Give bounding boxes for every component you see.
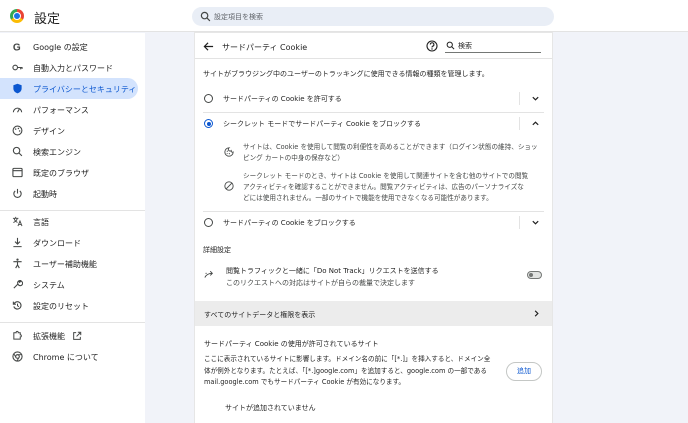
detail-cookie-convenience: サイトは、Cookie を使用して閲覧の利便性を高めることができます（ログイン状… (243, 143, 538, 162)
row-divider (203, 112, 544, 113)
browser-window-icon (12, 167, 23, 178)
search-icon (12, 146, 23, 157)
puzzle-piece-icon (13, 330, 22, 340)
chrome-logo-icon (10, 9, 24, 23)
sidebar-item-downloads[interactable]: ダウンロード (0, 232, 138, 253)
do-not-track-icon (204, 270, 213, 278)
sidebar-item-appearance[interactable]: デザイン (0, 120, 138, 141)
top-bar: 設定 設定項目を検索 (0, 0, 688, 32)
dnt-toggle[interactable] (527, 271, 542, 279)
sidebar-item-reset[interactable]: 設定のリセット (0, 295, 138, 316)
row-separator (519, 117, 520, 130)
search-icon (446, 41, 455, 50)
radio-block-in-incognito[interactable] (204, 119, 213, 128)
external-link-icon (73, 331, 82, 340)
sidebar-item-google[interactable]: G Google の設定 (0, 36, 138, 57)
add-site-button[interactable]: 追加 (506, 362, 542, 381)
sidebar-item-privacy[interactable]: プライバシーとセキュリティ (0, 78, 138, 99)
google-g-icon: G (13, 43, 21, 52)
reset-history-icon (12, 301, 22, 310)
chrome-icon (12, 351, 23, 362)
radio-block-third-party[interactable] (204, 218, 213, 227)
third-party-cookies-card: サードパーティ Cookie 検索 サイトがブラウジング中のユーザーのトラッキン… (195, 33, 552, 423)
download-icon (13, 237, 22, 248)
row-divider (203, 211, 544, 212)
accessibility-icon (13, 258, 22, 269)
option-block-label[interactable]: サードパーティの Cookie をブロックする (223, 218, 356, 228)
sidebar-item-autofill[interactable]: 自動入力とパスワード (0, 57, 138, 78)
sidebar-item-performance[interactable]: パフォーマンス (0, 99, 138, 120)
wrench-icon (13, 280, 23, 289)
page-description: サイトがブラウジング中のユーザーのトラッキングに使用できる情報の種類を管理します… (203, 70, 489, 78)
empty-sites-text: サイトが追加されていません (225, 404, 316, 412)
sidebar: G Google の設定 自動入力とパスワード プライバシーとセキュリティ パフ… (0, 33, 145, 423)
option-allow-label[interactable]: サードパーティの Cookie を許可する (223, 94, 342, 104)
page-search-input[interactable]: 検索 (445, 39, 541, 53)
sidebar-divider (0, 322, 145, 323)
palette-icon (12, 125, 23, 136)
sidebar-item-extensions[interactable]: 拡張機能 (0, 325, 138, 346)
translate-icon (12, 216, 23, 227)
dnt-title: 閲覧トラフィックと一緒に「Do Not Track」リクエストを送信する (226, 267, 439, 275)
sidebar-item-about-chrome[interactable]: Chrome について (0, 346, 138, 367)
header-divider (195, 58, 552, 59)
search-placeholder: 設定項目を検索 (214, 13, 263, 21)
sidebar-item-accessibility[interactable]: ユーザー補助機能 (0, 253, 138, 274)
app-title: 設定 (34, 12, 61, 27)
advanced-heading: 詳細設定 (203, 246, 231, 254)
row-separator (519, 216, 520, 229)
help-icon[interactable] (426, 40, 438, 52)
chevron-up-icon[interactable] (531, 119, 540, 128)
all-site-data-label: すべてのサイトデータと権限を表示 (204, 311, 316, 319)
sidebar-item-system[interactable]: システム (0, 274, 138, 295)
sidebar-item-languages[interactable]: 言語 (0, 211, 138, 232)
speedometer-icon (12, 107, 23, 113)
page-search-value: 検索 (458, 42, 472, 50)
power-icon (13, 188, 22, 199)
radio-allow-third-party[interactable] (204, 94, 213, 103)
detail-incognito-tracking: シークレット モードのとき、サイトは Cookie を使用して関連サイトを含む他… (243, 172, 529, 202)
chevron-down-icon[interactable] (531, 218, 540, 227)
sidebar-item-search-engine[interactable]: 検索エンジン (0, 141, 138, 162)
row-separator (519, 92, 520, 105)
key-icon (12, 64, 23, 71)
allowed-sites-description: ここに表示されているサイトに影響します。ドメイン名の前に「[*.]」を挿入すると… (204, 355, 491, 386)
settings-search-input[interactable]: 設定項目を検索 (192, 7, 554, 26)
search-icon (200, 11, 211, 22)
sidebar-item-default-browser[interactable]: 既定のブラウザ (0, 162, 138, 183)
shield-icon (13, 83, 22, 94)
chevron-down-icon[interactable] (531, 94, 540, 103)
block-icon (224, 181, 234, 191)
page-title: サードパーティ Cookie (222, 43, 308, 52)
sidebar-item-on-startup[interactable]: 起動時 (0, 183, 138, 204)
allowed-sites-heading: サードパーティ Cookie の使用が許可されているサイト (204, 340, 379, 348)
back-arrow-icon[interactable] (203, 41, 214, 52)
option-incognito-label[interactable]: シークレット モードでサードパーティ Cookie をブロックする (223, 119, 421, 129)
chevron-right-icon (534, 310, 539, 317)
all-site-data-row[interactable]: すべてのサイトデータと権限を表示 (195, 301, 552, 326)
dnt-subtitle: このリクエストへの対応はサイトが自らの裁量で決定します (226, 279, 415, 287)
cookie-icon (224, 147, 234, 157)
svg-text:G: G (13, 43, 21, 52)
